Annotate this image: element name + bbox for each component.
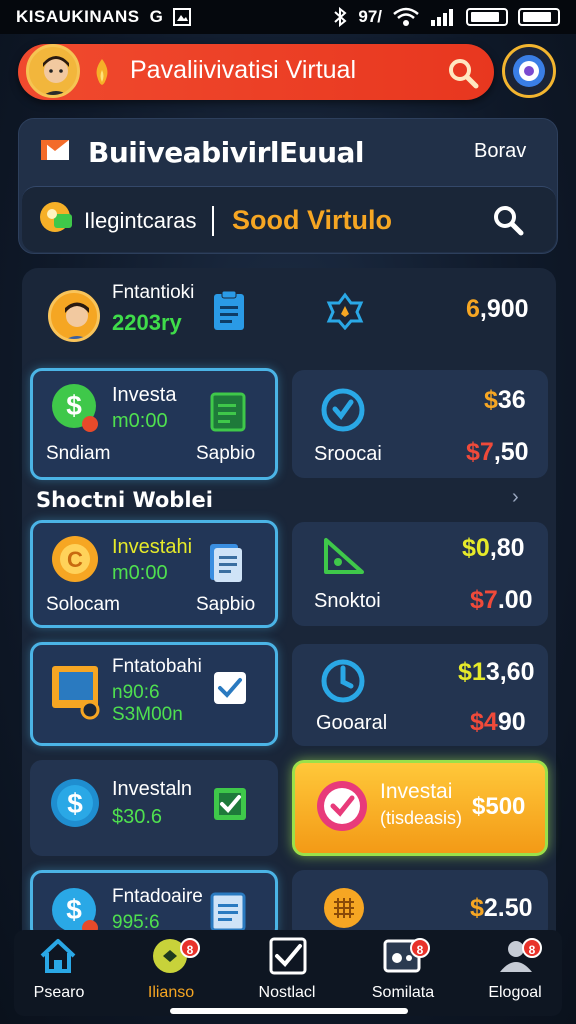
- status-bar: KISAUKINANS G 97/: [0, 0, 576, 34]
- featured-value: $500: [472, 793, 526, 820]
- search-icon[interactable]: [446, 56, 480, 90]
- card2-amount: m0:00: [112, 562, 168, 584]
- nav-profile[interactable]: [466, 936, 566, 981]
- profile-amount: 2203ry: [112, 310, 182, 335]
- home-icon: [40, 939, 76, 973]
- card3-line2: n90:6: [112, 682, 160, 703]
- status-carrier: KISAUKINANS: [16, 7, 140, 26]
- flower-icon[interactable]: [326, 292, 364, 330]
- dollar-icon: $: [52, 384, 98, 432]
- flame-icon: [96, 59, 108, 85]
- nav-chat[interactable]: [120, 936, 220, 981]
- stat5-top: $2.50: [470, 894, 533, 922]
- mail-icon: [41, 140, 69, 160]
- nav-chat-label: Ilianso: [147, 984, 195, 1001]
- signal-icon: [431, 9, 453, 26]
- grid-coin-icon: [324, 888, 364, 928]
- profile-value: 6,900: [466, 295, 529, 323]
- chevron-right-icon[interactable]: ›: [512, 486, 519, 509]
- card2-right-label: Sapbio: [196, 594, 256, 615]
- business-title: BuiiveabivirlEuual: [88, 136, 365, 169]
- nav-chat-badge: 8: [180, 938, 200, 958]
- stat3-top: $13,60: [458, 658, 535, 686]
- notepad-icon: [210, 392, 246, 432]
- document-icon[interactable]: [212, 290, 246, 332]
- stat3-bottom: $490: [470, 708, 526, 736]
- business-right-link[interactable]: Borav: [474, 140, 526, 163]
- card1-right-label: Sapbio: [196, 443, 256, 464]
- card1-title: Investa: [112, 384, 177, 406]
- card4-title: Investaln: [112, 778, 193, 800]
- nav-profile-label: Elogoal: [488, 984, 542, 1001]
- menu-icon: [513, 55, 545, 87]
- avatar[interactable]: [26, 44, 80, 98]
- card1-left-label: Sndiam: [46, 443, 111, 464]
- card4-amount: $30.6: [112, 806, 163, 828]
- check-badge-icon: [317, 781, 367, 831]
- nav-profile-badge: 8: [522, 938, 542, 958]
- card5-title: Fntadoaire: [112, 886, 203, 907]
- nav-games-badge: 8: [410, 938, 430, 958]
- stat1-label: Sroocai: [314, 443, 382, 465]
- tag-icon: [324, 538, 364, 574]
- featured-title: Investai: [380, 780, 453, 803]
- profile-name: Fntantioki: [112, 282, 195, 303]
- svg-text:$: $: [66, 894, 82, 925]
- image-icon: [173, 8, 192, 26]
- svg-text:C: C: [67, 547, 83, 572]
- nav-home[interactable]: [8, 936, 108, 981]
- checkbox-icon[interactable]: [212, 786, 248, 822]
- bluetooth-icon: [334, 7, 347, 27]
- clock-icon: [321, 659, 365, 703]
- status-g: G: [149, 7, 164, 26]
- card2-left-label: Solocam: [46, 594, 120, 615]
- svg-text:$: $: [67, 788, 83, 819]
- stat2-label: Snoktoi: [314, 590, 381, 612]
- nav-tasks-label: Nostlacl: [258, 984, 316, 1001]
- battery-icon: [466, 8, 508, 26]
- search-input[interactable]: Sood Virtulo: [232, 205, 392, 236]
- clipboard-icon: [210, 544, 242, 582]
- nav-games[interactable]: [352, 936, 452, 981]
- stat3-label: Gooaral: [316, 712, 388, 734]
- stat2-bottom: $7.00: [470, 586, 533, 614]
- card1-amount: m0:00: [112, 410, 168, 432]
- card3-line3: S3M00n: [112, 704, 183, 725]
- stat1-top: $36: [484, 386, 526, 414]
- stat2-top: $0,80: [462, 534, 525, 562]
- featured-subtitle: (tisdeasis): [380, 808, 463, 828]
- menu-button[interactable]: [502, 44, 556, 98]
- film-icon: [52, 666, 100, 720]
- wallet-icon: [40, 202, 72, 232]
- card2-title: Investahi: [112, 536, 193, 558]
- profile-avatar[interactable]: [48, 290, 100, 342]
- card3-title: Fntatobahi: [112, 656, 202, 677]
- dollar-coin-icon: $: [51, 779, 99, 827]
- checkbox-icon: [269, 937, 307, 975]
- nav-tasks[interactable]: [238, 936, 338, 981]
- document-icon: [210, 892, 246, 932]
- section-title: Shoctni Woblei: [36, 488, 213, 512]
- battery-icon-2: [518, 8, 560, 26]
- nav-games-label: Somilata: [371, 984, 435, 1001]
- search-divider: [212, 206, 214, 236]
- stat1-bottom: $7,50: [466, 438, 529, 466]
- clock-check-icon: [321, 388, 365, 432]
- wifi-icon: [393, 7, 419, 26]
- battery-percent: 97/: [358, 7, 382, 26]
- home-indicator[interactable]: [170, 1008, 408, 1014]
- coin-icon: C: [52, 536, 98, 582]
- checkbox-icon[interactable]: [212, 670, 248, 706]
- nav-home-label: Psearo: [33, 984, 85, 1001]
- search-icon[interactable]: [492, 204, 524, 236]
- header-title: Pavaliivivatisi Virtual: [130, 56, 357, 84]
- svg-text:$: $: [66, 390, 82, 421]
- search-label: Ilegintcaras: [84, 208, 197, 233]
